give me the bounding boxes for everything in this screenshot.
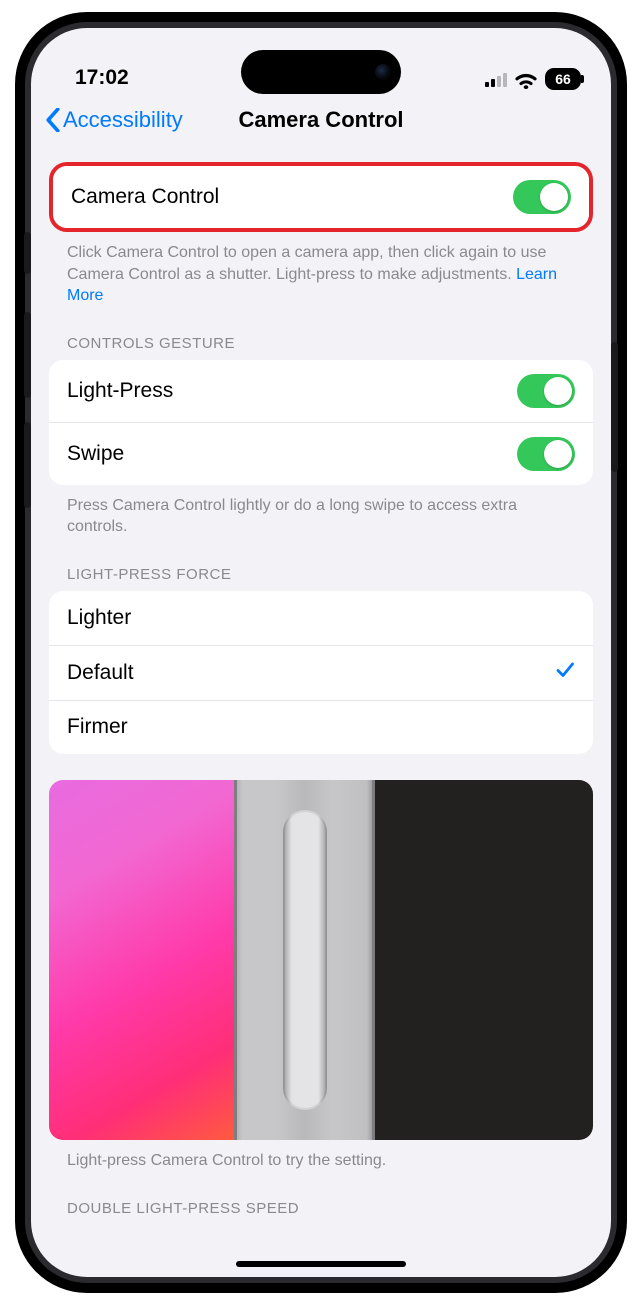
row-label: Lighter [67,606,131,630]
force-option-lighter[interactable]: Lighter [49,591,593,645]
section-header-gesture: Controls Gesture [49,309,593,360]
checkmark-icon [555,660,575,686]
status-time: 17:02 [75,66,129,90]
battery-level: 66 [555,71,571,87]
force-preview-image[interactable] [49,780,593,1140]
page-title: Camera Control [238,107,403,133]
battery-icon: 66 [545,68,581,90]
dynamic-island [241,50,401,94]
toggle-switch[interactable] [517,374,575,408]
section-footer: Press Camera Control lightly or do a lon… [49,485,593,540]
section-header-force: Light-Press Force [49,540,593,591]
row-label: Firmer [67,715,128,739]
force-option-firmer[interactable]: Firmer [49,700,593,754]
home-indicator[interactable] [236,1261,406,1267]
back-label: Accessibility [63,107,183,133]
front-camera-icon [375,64,391,80]
force-option-default[interactable]: Default [49,645,593,700]
row-label: Swipe [67,442,124,466]
row-label: Light-Press [67,379,173,403]
camera-control-button-graphic [283,810,327,1110]
wifi-icon [515,71,537,87]
annotation-highlight: Camera Control [49,162,593,232]
section-header-double-press: Double Light-Press Speed [49,1174,593,1247]
toggle-switch[interactable] [513,180,571,214]
chevron-left-icon [45,108,61,132]
row-label: Default [67,661,134,685]
back-button[interactable]: Accessibility [45,107,183,133]
section-footer: Click Camera Control to open a camera ap… [49,232,593,309]
nav-header: Accessibility Camera Control [31,92,611,148]
preview-caption: Light-press Camera Control to try the se… [49,1140,593,1174]
cellular-signal-icon [485,71,507,87]
row-label: Camera Control [71,185,219,209]
swipe-toggle-row[interactable]: Swipe [49,422,593,485]
light-press-toggle-row[interactable]: Light-Press [49,360,593,422]
camera-control-toggle-row[interactable]: Camera Control [53,166,589,228]
toggle-switch[interactable] [517,437,575,471]
